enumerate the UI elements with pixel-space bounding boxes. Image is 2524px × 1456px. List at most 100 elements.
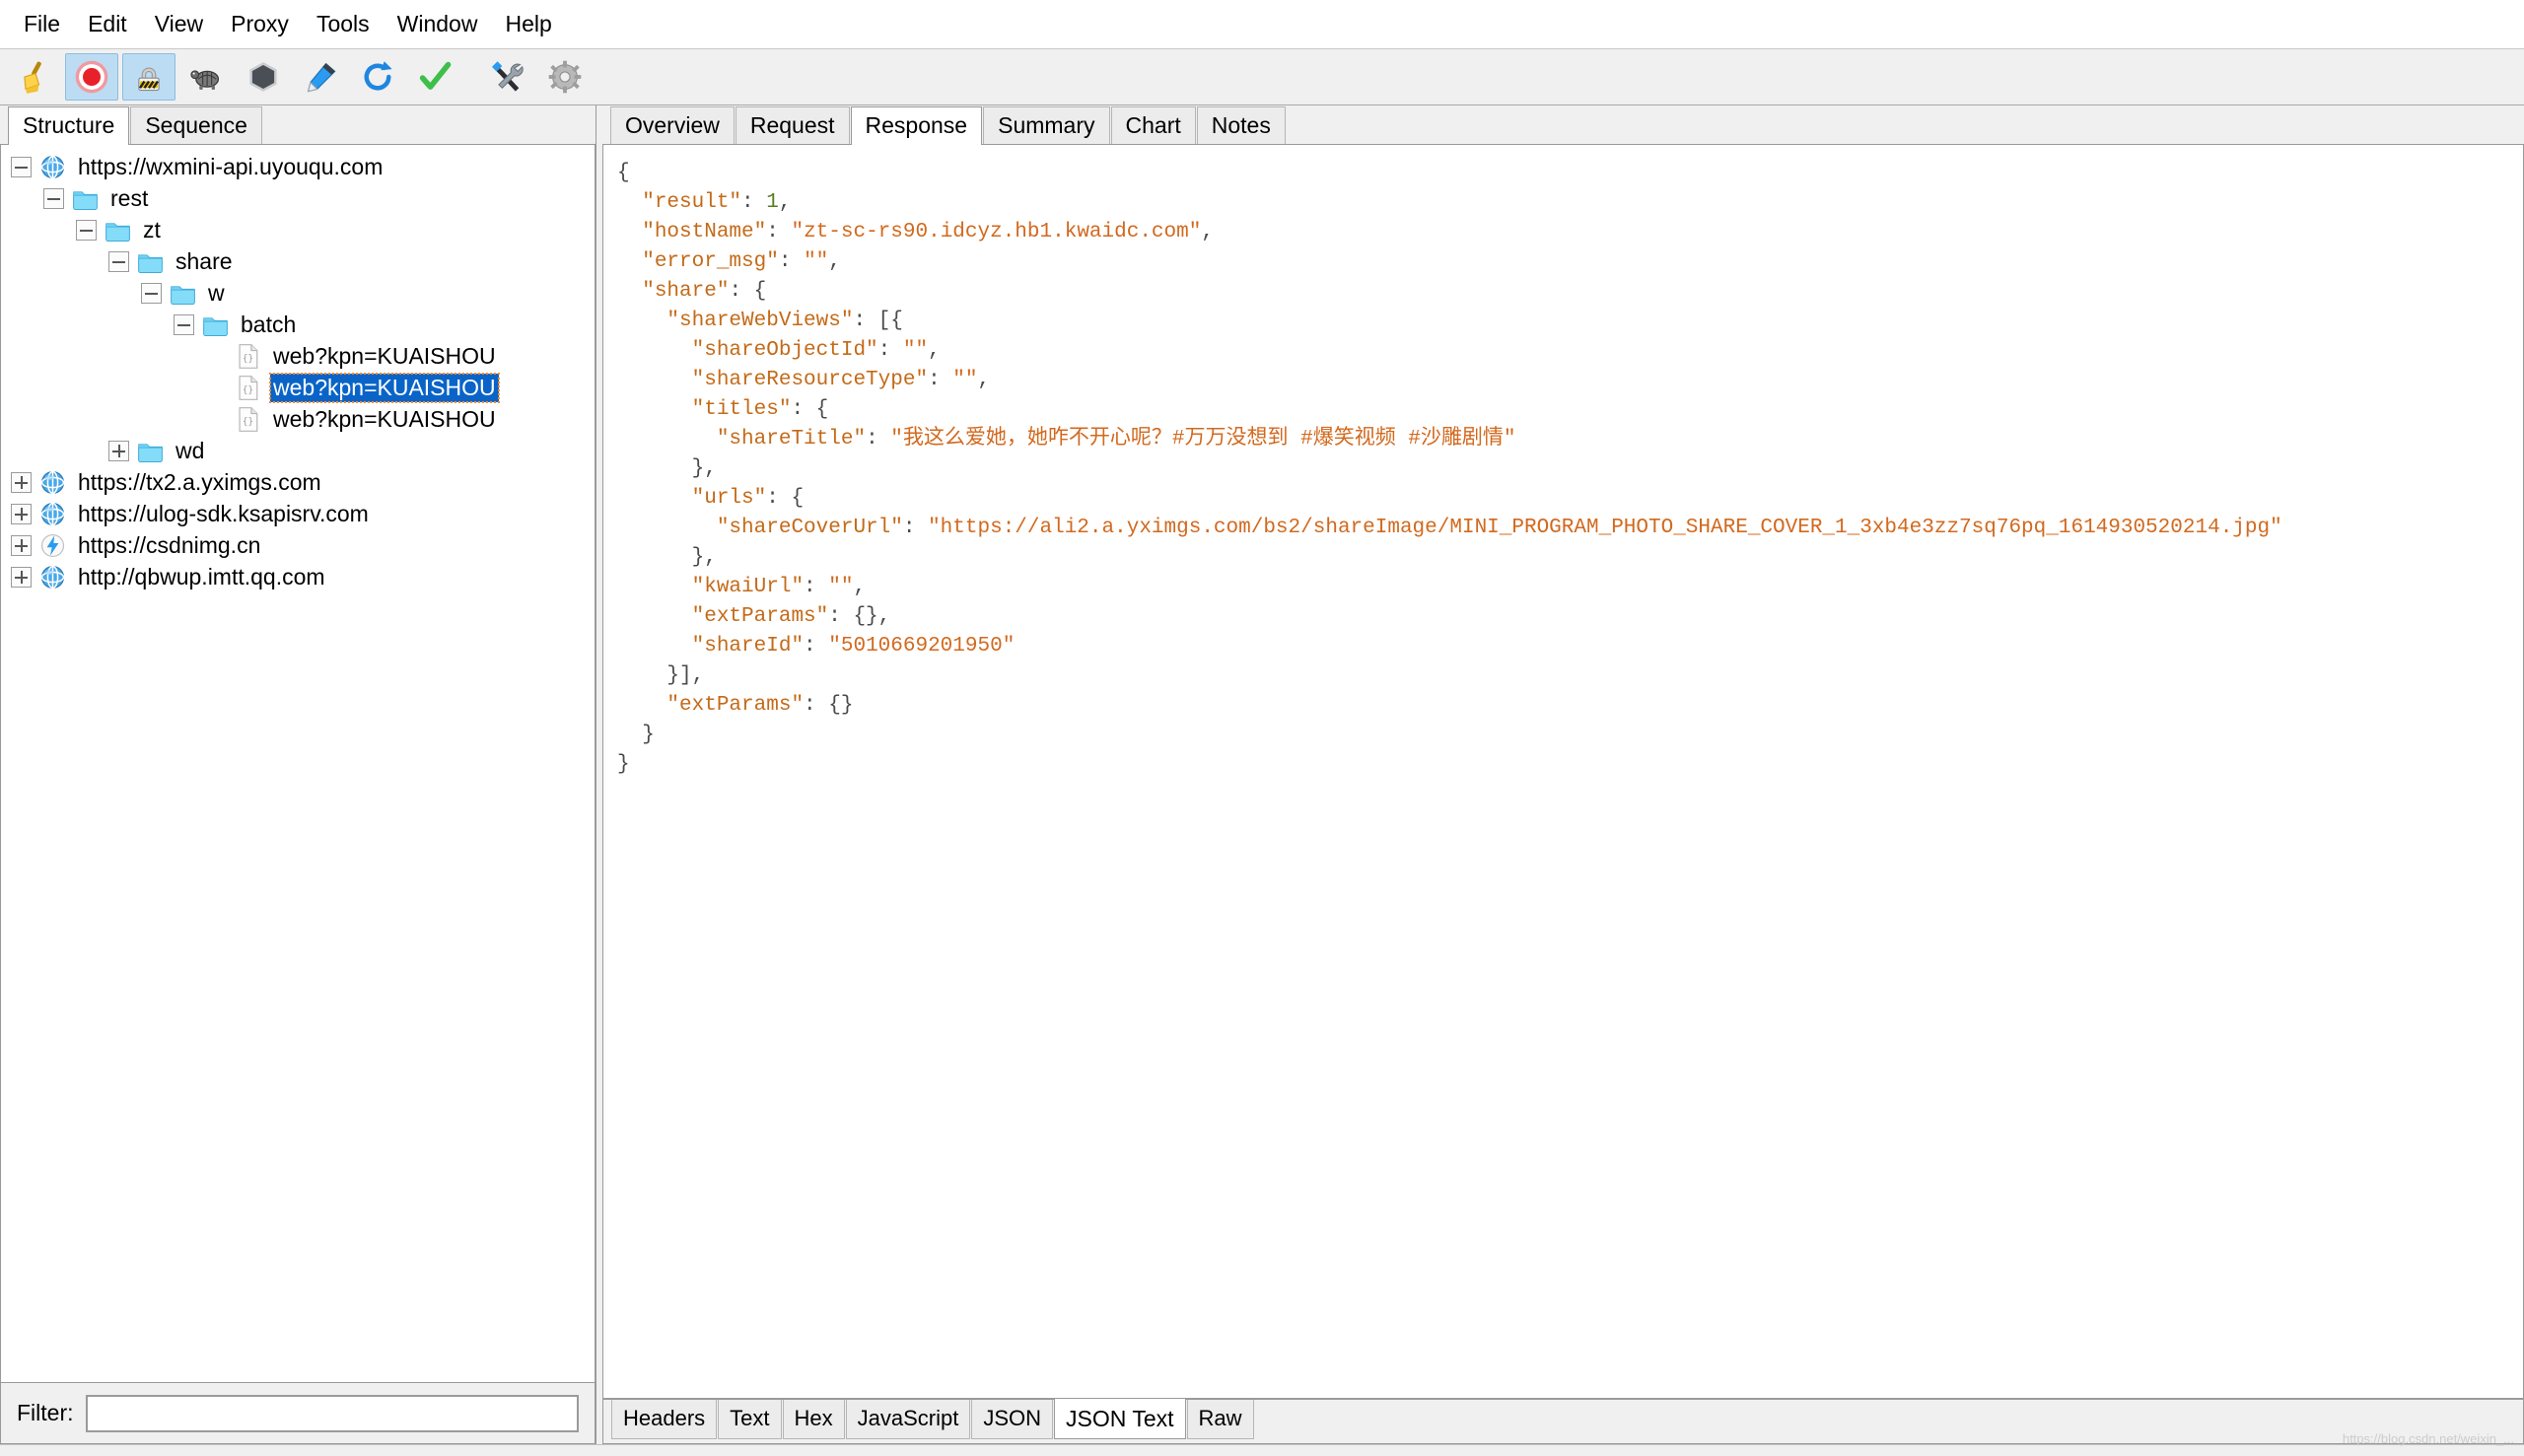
json-token-pu <box>617 487 692 510</box>
tree-node[interactable]: {} web?kpn=KUAISHOU <box>1 372 595 403</box>
collapse-toggle-icon[interactable] <box>11 156 32 177</box>
json-token-pu <box>617 398 692 421</box>
response-viewer[interactable]: { "result": 1, "hostName": "zt-sc-rs90.i… <box>602 145 2524 1399</box>
menu-item-view[interactable]: View <box>141 7 217 41</box>
svg-text:{}: {} <box>243 416 253 427</box>
tree-node[interactable]: {} web?kpn=KUAISHOU <box>1 403 595 435</box>
tab-structure[interactable]: Structure <box>8 106 130 145</box>
breakpoints-button[interactable] <box>237 53 290 101</box>
json-line: "hostName": "zt-sc-rs90.idcyz.hb1.kwaidc… <box>617 218 2523 247</box>
collapse-toggle-icon[interactable] <box>76 219 97 241</box>
filter-label: Filter: <box>17 1400 74 1425</box>
tree-node[interactable]: rest <box>1 182 595 214</box>
format-tab-headers[interactable]: Headers <box>611 1400 718 1439</box>
settings-button[interactable] <box>538 53 592 101</box>
collapse-toggle-icon[interactable] <box>174 313 194 335</box>
json-token-pn: "share" <box>642 280 730 303</box>
json-token-st: "5010669201950" <box>828 635 1016 658</box>
start-stop-throttling-button[interactable] <box>122 53 175 101</box>
expand-toggle-icon[interactable] <box>108 440 129 461</box>
clear-session-button[interactable] <box>8 53 61 101</box>
tab-sequence[interactable]: Sequence <box>130 106 262 144</box>
tab-request[interactable]: Request <box>735 106 850 144</box>
tree-node[interactable]: https://wxmini-api.uyouqu.com <box>1 151 595 182</box>
svg-text:{}: {} <box>243 353 253 364</box>
right-pane: Overview Request Response Summary Chart Notes… <box>602 105 2524 1444</box>
json-token-pu: : <box>766 221 792 243</box>
tree-node[interactable]: zt <box>1 214 595 245</box>
json-line: }, <box>617 543 2523 573</box>
menu-item-file[interactable]: File <box>10 7 74 41</box>
json-line: }, <box>617 454 2523 484</box>
menu-item-tools[interactable]: Tools <box>303 7 384 41</box>
json-line: "shareTitle": "我这么爱她，她咋不开心呢？#万万没想到 #爆笑视频… <box>617 425 2523 454</box>
tab-response[interactable]: Response <box>850 106 983 145</box>
menu-item-help[interactable]: Help <box>491 7 565 41</box>
format-tab-raw[interactable]: Raw <box>1186 1400 1254 1439</box>
json-file-icon: {} <box>235 406 261 433</box>
format-tab-text[interactable]: Text <box>718 1400 782 1439</box>
json-line: "shareResourceType": "", <box>617 366 2523 395</box>
menu-item-edit[interactable]: Edit <box>74 7 141 41</box>
json-token-pu: : {}, <box>828 605 891 628</box>
tree-node-label: web?kpn=KUAISHOU <box>269 372 500 403</box>
json-line: "shareObjectId": "", <box>617 336 2523 366</box>
json-token-pu: }], <box>617 664 705 687</box>
tab-notes[interactable]: Notes <box>1196 106 1286 144</box>
json-token-pn: "urls" <box>691 487 767 510</box>
format-tab-json[interactable]: JSON <box>971 1400 1054 1439</box>
json-token-pn: "shareWebViews" <box>666 310 854 332</box>
json-token-pu: , <box>778 191 792 214</box>
filter-bar: Filter: <box>0 1383 596 1444</box>
json-token-pu: }, <box>617 546 717 569</box>
check-icon <box>417 59 453 95</box>
tree-node-label: share <box>175 247 233 274</box>
format-tab-json-text[interactable]: JSON Text <box>1054 1399 1186 1439</box>
tree-node[interactable]: share <box>1 245 595 277</box>
svg-text:{}: {} <box>243 384 253 395</box>
tab-overview[interactable]: Overview <box>610 106 735 144</box>
compose-tortoise-button[interactable] <box>179 53 233 101</box>
filter-input[interactable] <box>85 1394 579 1432</box>
collapse-toggle-icon[interactable] <box>43 187 64 209</box>
expand-toggle-icon[interactable] <box>11 471 32 493</box>
expand-toggle-icon[interactable] <box>11 503 32 524</box>
tree-node[interactable]: https://tx2.a.yximgs.com <box>1 466 595 498</box>
expand-toggle-icon[interactable] <box>11 534 32 556</box>
json-token-pn: "shareObjectId" <box>691 339 878 362</box>
pen-icon <box>303 59 338 95</box>
collapse-toggle-icon[interactable] <box>108 250 129 272</box>
json-token-pu <box>617 221 642 243</box>
status-bar: https://blog.csdn.net/weixin_... <box>0 1431 2524 1456</box>
menu-item-proxy[interactable]: Proxy <box>217 7 303 41</box>
tree-node[interactable]: wd <box>1 435 595 466</box>
tree-node-label: https://wxmini-api.uyouqu.com <box>78 153 384 179</box>
tree-node[interactable]: https://csdnimg.cn <box>1 529 595 561</box>
start-stop-recording-button[interactable] <box>65 53 118 101</box>
json-token-pu: { <box>617 162 630 184</box>
tree-node[interactable]: w <box>1 277 595 309</box>
json-line: "share": { <box>617 277 2523 307</box>
json-token-pn: "shareTitle" <box>716 428 867 451</box>
tools-button[interactable] <box>481 53 534 101</box>
tree-node[interactable]: batch <box>1 309 595 340</box>
expand-toggle-icon[interactable] <box>11 566 32 588</box>
repeat-request-button[interactable] <box>351 53 404 101</box>
tree-node[interactable]: http://qbwup.imtt.qq.com <box>1 561 595 592</box>
tab-chart[interactable]: Chart <box>1110 106 1196 144</box>
compose-edit-button[interactable] <box>294 53 347 101</box>
record-icon <box>74 59 109 95</box>
menu-item-window[interactable]: Window <box>384 7 492 41</box>
json-token-pu: , <box>853 576 867 598</box>
validate-button[interactable] <box>408 53 461 101</box>
session-tree[interactable]: https://wxmini-api.uyouqu.com rest zt sh… <box>0 145 596 1383</box>
tree-node[interactable]: https://ulog-sdk.ksapisrv.com <box>1 498 595 529</box>
globe-icon <box>39 469 66 496</box>
tree-node[interactable]: {} web?kpn=KUAISHOU <box>1 340 595 372</box>
format-tab-hex[interactable]: Hex <box>782 1400 845 1439</box>
collapse-toggle-icon[interactable] <box>141 282 162 304</box>
folder-icon <box>202 312 229 338</box>
format-tab-javascript[interactable]: JavaScript <box>845 1400 971 1439</box>
tab-summary[interactable]: Summary <box>983 106 1110 144</box>
folder-icon <box>170 280 196 307</box>
